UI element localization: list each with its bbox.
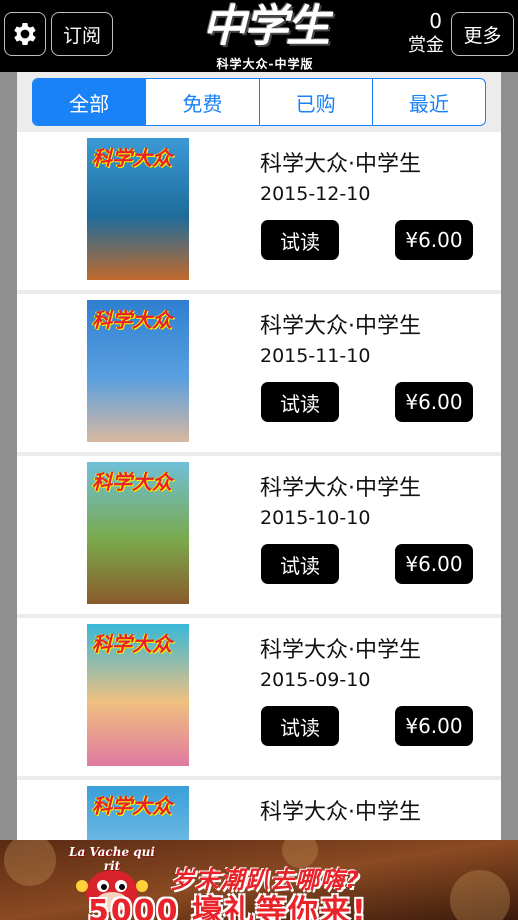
magazine-cover[interactable]: 科学大众 (87, 786, 189, 842)
issue-item[interactable]: 科学大众 科学大众·中学生 2015-11-10 试读 ¥6.00 (17, 294, 501, 452)
ad-offer: 5000 壕礼等你来! (88, 894, 368, 920)
subscribe-button[interactable]: 订阅 (51, 12, 113, 56)
tab-all[interactable]: 全部 (33, 79, 147, 125)
logo-title: 中学生 (202, 1, 330, 52)
buy-price-button[interactable]: ¥6.00 (395, 220, 473, 260)
reward-display: 0 赏金 (398, 8, 444, 58)
cover-title: 科学大众 (92, 146, 172, 170)
cover-title: 科学大众 (92, 632, 172, 656)
tab-recent[interactable]: 最近 (373, 79, 485, 125)
top-bar: 订阅 中学生 科学大众-中学版 0 赏金 更多 (0, 0, 518, 72)
content-panel: 全部 免费 已购 最近 科学大众 科学大众·中学生 2015-12-10 试读 … (17, 72, 501, 842)
magazine-cover[interactable]: 科学大众 (87, 624, 189, 766)
issue-item[interactable]: 科学大众 科学大众·中学生 2015-12-10 试读 ¥6.00 (17, 132, 501, 290)
magazine-cover[interactable]: 科学大众 (87, 462, 189, 604)
trial-read-button[interactable]: 试读 (261, 706, 339, 746)
cover-title: 科学大众 (92, 470, 172, 494)
issue-title: 科学大众·中学生 (260, 638, 421, 663)
reward-label: 赏金 (408, 35, 444, 56)
settings-button[interactable] (4, 12, 46, 56)
more-button[interactable]: 更多 (451, 12, 514, 56)
buy-price-button[interactable]: ¥6.00 (395, 382, 473, 422)
magazine-cover[interactable]: 科学大众 (87, 300, 189, 442)
issue-item[interactable]: 科学大众 科学大众·中学生 2015-10-10 试读 ¥6.00 (17, 456, 501, 614)
issue-title: 科学大众·中学生 (260, 800, 421, 825)
filter-tabs: 全部 免费 已购 最近 (32, 78, 486, 126)
magazine-cover[interactable]: 科学大众 (87, 138, 189, 280)
issue-title: 科学大众·中学生 (260, 314, 421, 339)
issue-title: 科学大众·中学生 (260, 476, 421, 501)
ad-brand: La Vache qui rit (69, 845, 155, 873)
logo-subtitle: 科学大众-中学版 (216, 57, 314, 71)
ad-banner[interactable]: La Vache qui rit 岁末潮趴去哪嗨? 5000 壕礼等你来! (0, 840, 518, 920)
buy-price-button[interactable]: ¥6.00 (395, 544, 473, 584)
tab-free[interactable]: 免费 (146, 79, 260, 125)
issue-title: 科学大众·中学生 (260, 152, 421, 177)
issue-date: 2015-10-10 (260, 507, 371, 529)
issue-date: 2015-12-10 (260, 183, 371, 205)
cover-title: 科学大众 (92, 308, 172, 332)
issue-item[interactable]: 科学大众 科学大众·中学生 (17, 780, 501, 842)
issue-item[interactable]: 科学大众 科学大众·中学生 2015-09-10 试读 ¥6.00 (17, 618, 501, 776)
gear-icon (14, 23, 36, 45)
trial-read-button[interactable]: 试读 (261, 220, 339, 260)
app-logo: 中学生 科学大众-中学版 (190, 1, 340, 72)
buy-price-button[interactable]: ¥6.00 (395, 706, 473, 746)
issue-date: 2015-11-10 (260, 345, 371, 367)
issue-date: 2015-09-10 (260, 669, 371, 691)
tab-purchased[interactable]: 已购 (260, 79, 373, 125)
cover-title: 科学大众 (92, 794, 172, 818)
issue-list: 科学大众 科学大众·中学生 2015-12-10 试读 ¥6.00 科学大众 科… (17, 132, 501, 842)
trial-read-button[interactable]: 试读 (261, 382, 339, 422)
reward-count: 0 (429, 9, 442, 33)
trial-read-button[interactable]: 试读 (261, 544, 339, 584)
